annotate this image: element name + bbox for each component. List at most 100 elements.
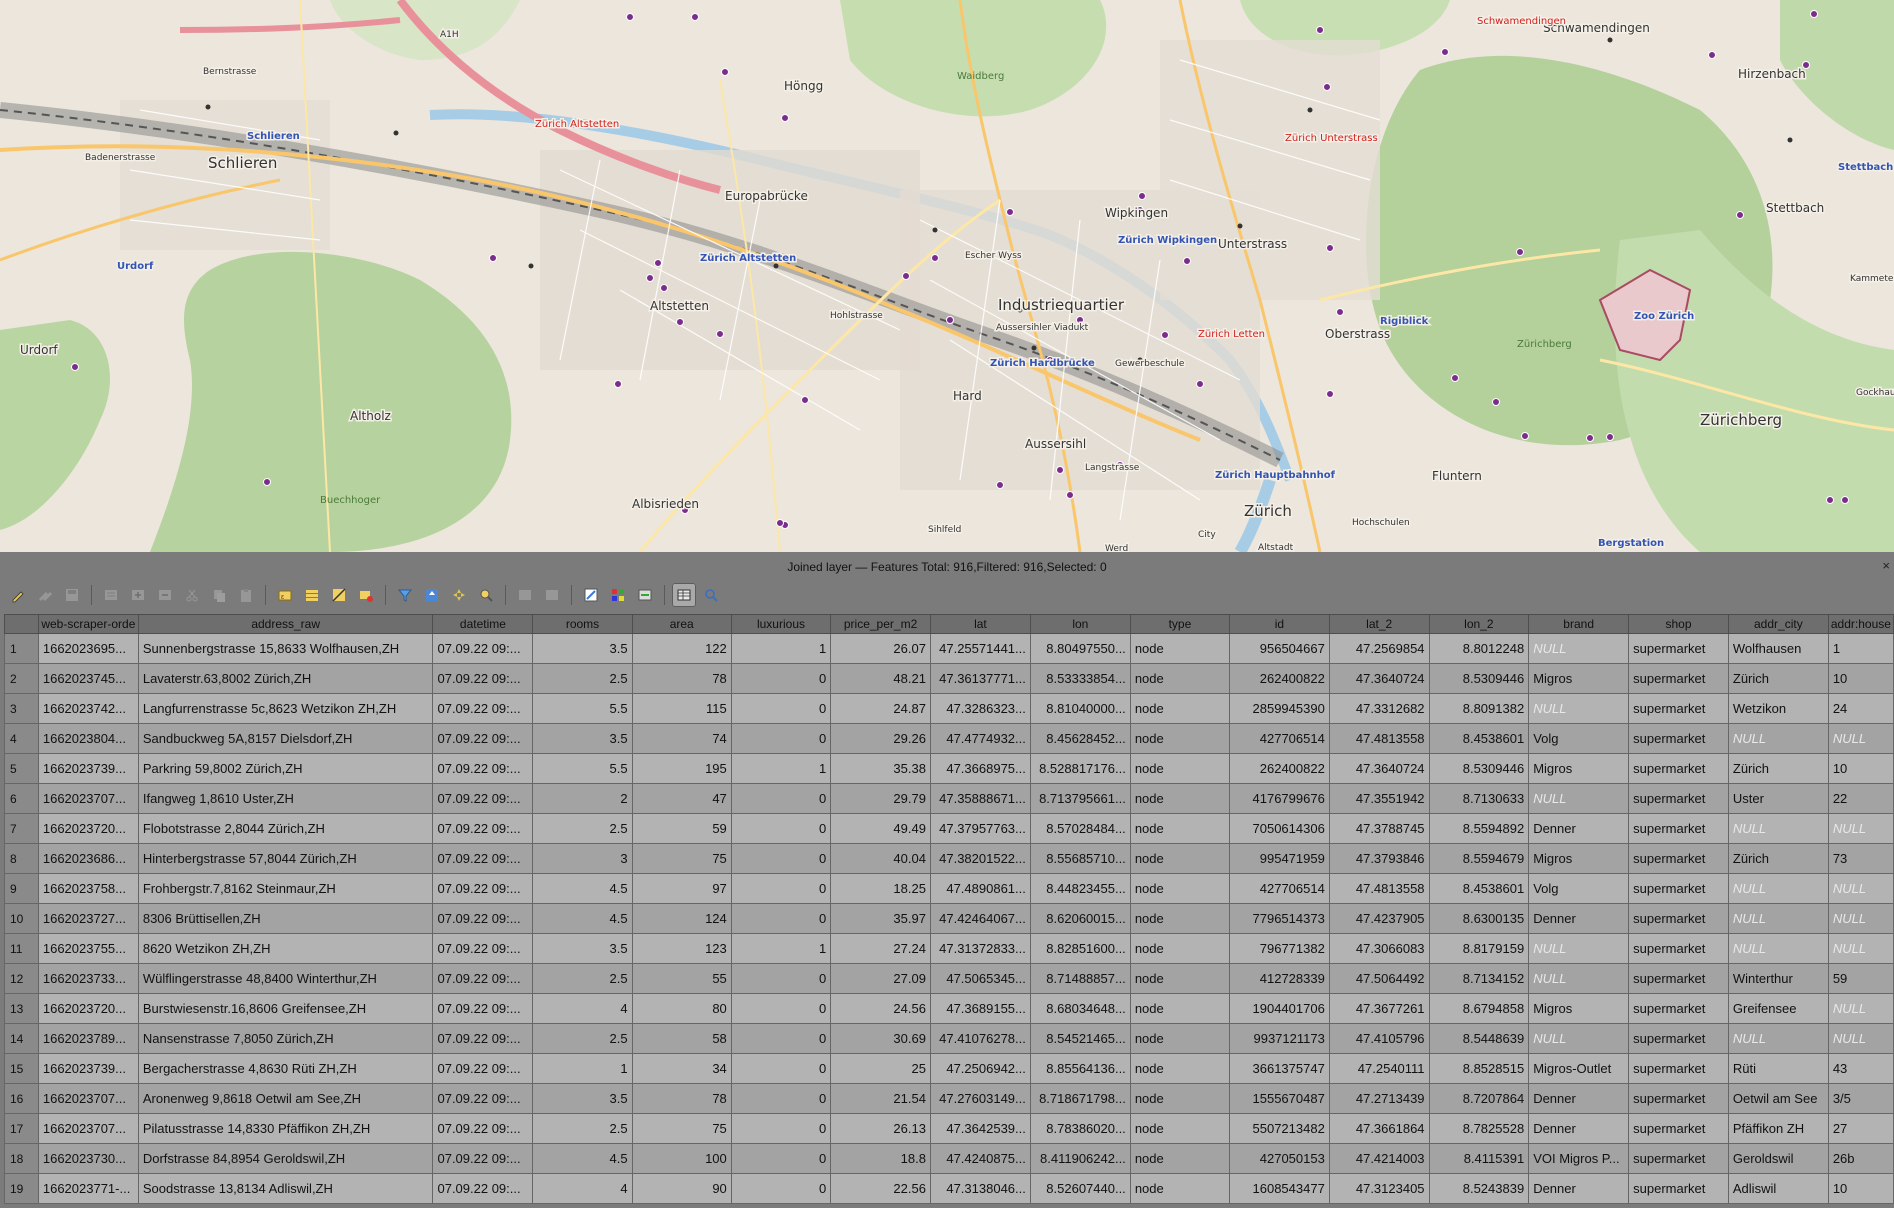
table-cell[interactable]: 1662023804... — [37, 723, 139, 754]
table-cell[interactable]: 18.8 — [830, 1143, 931, 1174]
column-header-lat[interactable]: lat — [929, 614, 1031, 634]
column-header-id[interactable]: id — [1229, 614, 1330, 634]
table-cell[interactable]: 2859945390 — [1229, 693, 1330, 724]
table-cell[interactable]: Zürich — [1727, 843, 1829, 874]
row-number[interactable]: 10 — [4, 903, 39, 934]
table-cell[interactable]: Nansenstrasse 7,8050 Zürich,ZH — [137, 1023, 434, 1054]
table-cell[interactable]: Denner — [1528, 903, 1630, 934]
attribute-table-container[interactable]: web-scraper-orde address_raw datetime rooms… — [4, 614, 1894, 1208]
table-cell[interactable]: 47.3642539... — [929, 1113, 1031, 1144]
table-cell[interactable]: NULL — [1528, 783, 1630, 814]
new-field-button[interactable] — [513, 583, 537, 607]
table-cell[interactable]: 59 — [631, 813, 732, 844]
row-number[interactable]: 14 — [4, 1023, 39, 1054]
table-cell[interactable]: 74 — [631, 723, 732, 754]
table-cell[interactable]: NULL — [1727, 903, 1829, 934]
table-cell[interactable]: supermarket — [1628, 1083, 1729, 1114]
table-cell[interactable]: 07.09.22 09:... — [432, 693, 534, 724]
table-cell[interactable]: 1662023739... — [37, 753, 139, 784]
table-cell[interactable]: Langfurrenstrasse 5c,8623 Wetzikon ZH,ZH — [137, 693, 434, 724]
table-cell[interactable]: 3/5 — [1827, 1083, 1894, 1114]
table-cell[interactable]: supermarket — [1628, 693, 1729, 724]
table-cell[interactable]: 5.5 — [532, 693, 633, 724]
table-cell[interactable]: 8.7207864 — [1428, 1083, 1530, 1114]
move-selection-top-button[interactable] — [420, 583, 444, 607]
table-cell[interactable]: Oetwil am See — [1727, 1083, 1829, 1114]
table-cell[interactable]: 0 — [730, 723, 832, 754]
table-cell[interactable]: 40.04 — [830, 843, 931, 874]
table-cell[interactable]: node — [1129, 873, 1231, 904]
table-cell[interactable]: 8.5448639 — [1428, 1023, 1530, 1054]
table-cell[interactable]: 47.36137771... — [929, 663, 1031, 694]
table-cell[interactable]: 8.5243839 — [1428, 1173, 1530, 1204]
table-cell[interactable]: 0 — [730, 1113, 832, 1144]
table-cell[interactable]: 1 — [1827, 633, 1894, 664]
table-cell[interactable]: node — [1129, 633, 1231, 664]
pan-to-selected-button[interactable] — [447, 583, 471, 607]
cut-button[interactable] — [180, 583, 204, 607]
table-cell[interactable]: Migros — [1528, 663, 1630, 694]
table-cell[interactable]: 8.78386020... — [1029, 1113, 1131, 1144]
table-row[interactable]: 17 1662023707... Pilatusstrasse 14,8330 Pf… — [4, 1113, 1894, 1144]
table-cell[interactable]: 1662023733... — [37, 963, 139, 994]
table-cell[interactable]: NULL — [1827, 903, 1894, 934]
table-cell[interactable]: 21.54 — [830, 1083, 931, 1114]
table-cell[interactable]: NULL — [1827, 933, 1894, 964]
table-row[interactable]: 12 1662023733... Wülflingerstrasse 48,8400… — [4, 963, 1894, 994]
table-cell[interactable]: 1 — [730, 633, 832, 664]
table-cell[interactable]: NULL — [1528, 933, 1630, 964]
table-cell[interactable]: 1662023707... — [37, 783, 139, 814]
table-cell[interactable]: node — [1129, 813, 1231, 844]
table-cell[interactable]: 8.55685710... — [1029, 843, 1131, 874]
table-cell[interactable]: 1662023730... — [37, 1143, 139, 1174]
table-cell[interactable]: 9937121173 — [1229, 1023, 1330, 1054]
delete-feature-button[interactable] — [153, 583, 177, 607]
table-cell[interactable]: 07.09.22 09:... — [432, 633, 534, 664]
row-number[interactable]: 11 — [4, 933, 39, 964]
table-cell[interactable]: 47.3066083 — [1328, 933, 1430, 964]
row-number[interactable]: 5 — [4, 753, 39, 784]
table-cell[interactable]: 1662023771-... — [37, 1173, 139, 1204]
table-cell[interactable]: 8.53333854... — [1029, 663, 1131, 694]
table-cell[interactable]: node — [1129, 663, 1231, 694]
column-header-address-raw[interactable]: address_raw — [137, 614, 434, 634]
table-cell[interactable]: 47.3551942 — [1328, 783, 1430, 814]
table-cell[interactable]: NULL — [1827, 723, 1894, 754]
table-cell[interactable]: 35.38 — [830, 753, 931, 784]
table-cell[interactable]: supermarket — [1628, 633, 1729, 664]
table-row[interactable]: 10 1662023727... 8306 Brüttisellen,ZH 07.09… — [4, 903, 1894, 934]
table-row[interactable]: 4 1662023804... Sandbuckweg 5A,8157 Dielsd… — [4, 723, 1894, 754]
table-cell[interactable]: 07.09.22 09:... — [432, 1143, 534, 1174]
table-cell[interactable]: supermarket — [1628, 1053, 1729, 1084]
table-cell[interactable]: supermarket — [1628, 963, 1729, 994]
table-cell[interactable]: 122 — [631, 633, 732, 664]
table-cell[interactable]: 123 — [631, 933, 732, 964]
table-cell[interactable]: 1904401706 — [1229, 993, 1330, 1024]
table-cell[interactable]: 0 — [730, 963, 832, 994]
delete-field-button[interactable] — [540, 583, 564, 607]
table-cell[interactable]: Sunnenbergstrasse 15,8633 Wolfhausen,ZH — [137, 633, 434, 664]
table-row[interactable]: 8 1662023686... Hinterbergstrasse 57,8044 … — [4, 843, 1894, 874]
table-cell[interactable]: 47.37957763... — [929, 813, 1031, 844]
paste-button[interactable] — [234, 583, 258, 607]
table-cell[interactable]: 8.8179159 — [1428, 933, 1530, 964]
table-row[interactable]: 5 1662023739... Parkring 59,8002 Zürich,ZH… — [4, 753, 1894, 784]
table-cell[interactable]: 8.8012248 — [1428, 633, 1530, 664]
table-cell[interactable]: 115 — [631, 693, 732, 724]
table-cell[interactable]: 2.5 — [532, 663, 633, 694]
table-cell[interactable]: 3.5 — [532, 1083, 633, 1114]
table-row[interactable]: 18 1662023730... Dorfstrasse 84,8954 Gerol… — [4, 1143, 1894, 1174]
table-cell[interactable]: Wolfhausen — [1727, 633, 1829, 664]
table-cell[interactable]: Wülflingerstrasse 48,8400 Winterthur,ZH — [137, 963, 434, 994]
table-cell[interactable]: node — [1129, 783, 1231, 814]
table-cell[interactable]: 55 — [631, 963, 732, 994]
table-cell[interactable]: 8.85564136... — [1029, 1053, 1131, 1084]
table-cell[interactable]: supermarket — [1628, 753, 1729, 784]
table-cell[interactable]: NULL — [1727, 873, 1829, 904]
table-cell[interactable]: 48.21 — [830, 663, 931, 694]
table-cell[interactable]: supermarket — [1628, 993, 1729, 1024]
column-header-datetime[interactable]: datetime — [432, 614, 534, 634]
table-cell[interactable]: 1662023720... — [37, 813, 139, 844]
row-number[interactable]: 6 — [4, 783, 39, 814]
row-number[interactable]: 9 — [4, 873, 39, 904]
